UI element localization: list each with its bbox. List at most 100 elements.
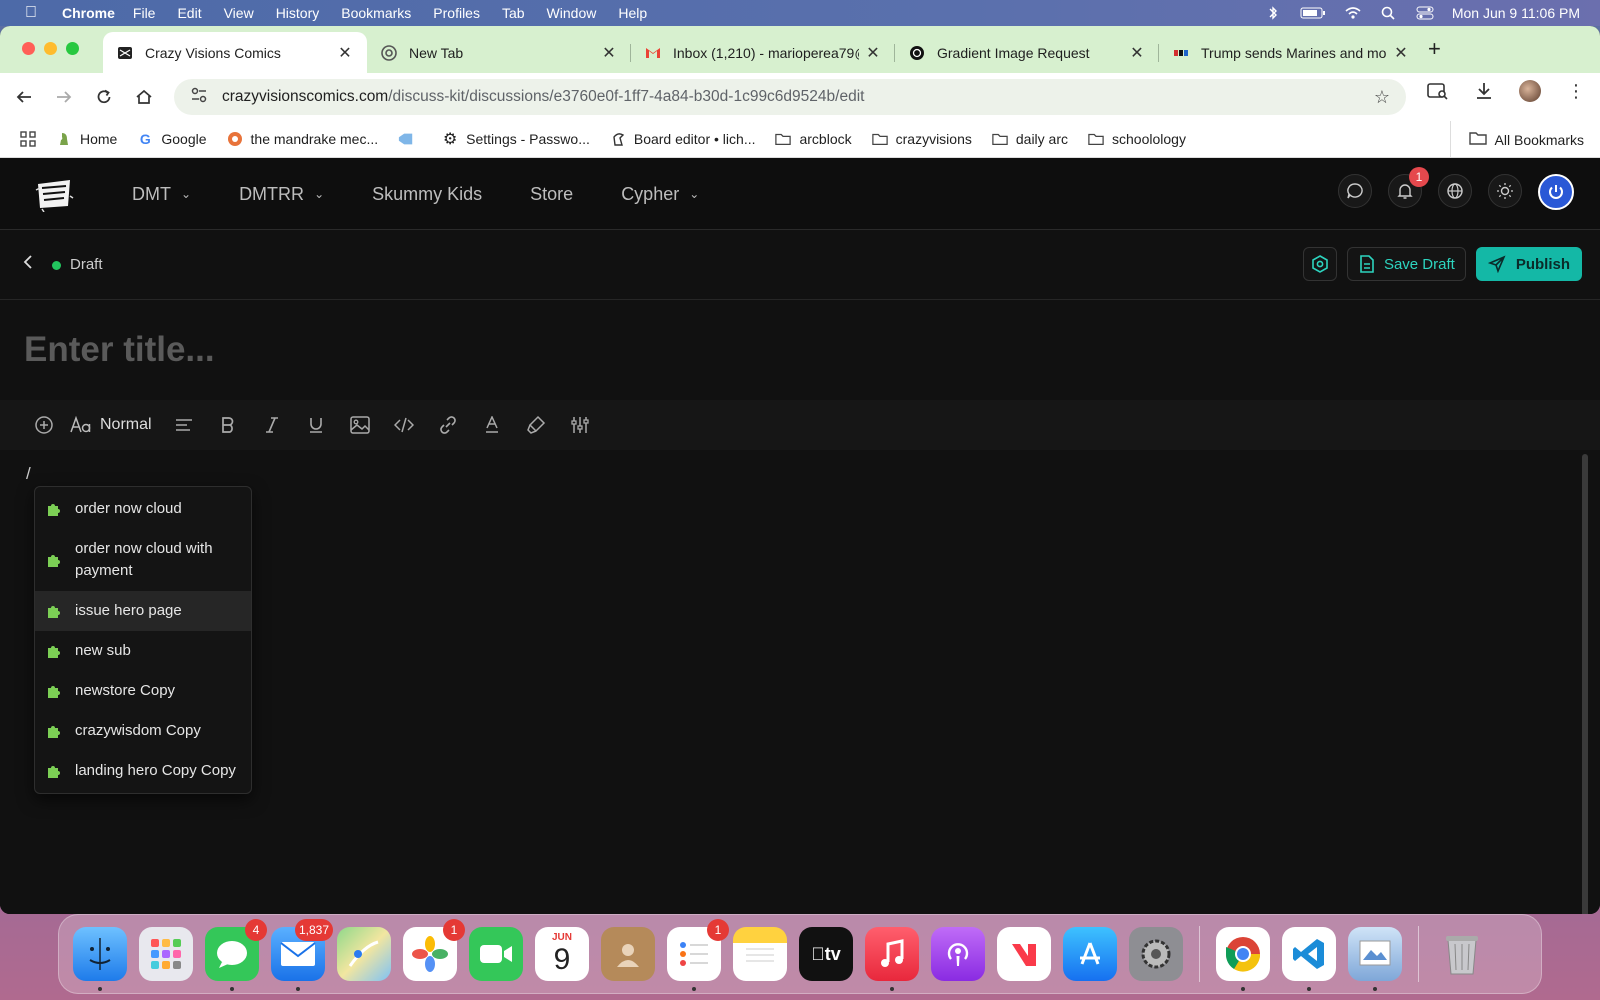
suggestion-item[interactable]: crazywisdom Copy <box>35 711 251 751</box>
highlight-icon[interactable] <box>518 407 554 443</box>
image-icon[interactable] <box>342 407 378 443</box>
close-window-button[interactable] <box>22 42 35 55</box>
site-settings-icon[interactable] <box>190 87 210 108</box>
menu-bookmarks[interactable]: Bookmarks <box>341 5 411 21</box>
system-settings-icon[interactable] <box>1129 927 1183 981</box>
apps-grid-icon[interactable] <box>0 131 56 147</box>
back-chevron-icon[interactable] <box>22 254 34 275</box>
reminders-icon[interactable]: 1 <box>667 919 729 991</box>
save-draft-button[interactable]: Save Draft <box>1346 247 1466 281</box>
notifications-bell-icon[interactable]: 1 <box>1388 167 1429 208</box>
chat-icon[interactable] <box>1338 174 1372 208</box>
suggestion-item[interactable]: landing hero Copy Copy <box>35 751 251 791</box>
bookmark-mandrake[interactable]: the mandrake mec... <box>227 131 378 147</box>
bookmark-settings-passwords[interactable]: ⚙ Settings - Passwo... <box>442 131 590 148</box>
bookmark-folder-arcblock[interactable]: arcblock <box>775 131 852 147</box>
menu-window[interactable]: Window <box>547 5 597 21</box>
theme-sun-icon[interactable] <box>1488 174 1522 208</box>
menu-edit[interactable]: Edit <box>177 5 201 21</box>
text-style-select[interactable]: Normal <box>70 416 152 434</box>
menu-history[interactable]: History <box>276 5 320 21</box>
adjustments-sliders-icon[interactable] <box>562 407 598 443</box>
site-logo[interactable] <box>34 176 74 212</box>
maximize-window-button[interactable] <box>66 42 79 55</box>
preview-icon[interactable] <box>1348 927 1402 991</box>
nav-dmt[interactable]: DMT ⌄ <box>132 184 191 205</box>
page-scrollbar[interactable] <box>1582 454 1588 914</box>
contacts-icon[interactable] <box>601 927 655 981</box>
text-color-icon[interactable] <box>474 407 510 443</box>
profile-avatar[interactable] <box>1518 79 1542 103</box>
bluetooth-icon[interactable] <box>1264 6 1282 20</box>
align-left-icon[interactable] <box>166 407 202 443</box>
music-icon[interactable] <box>865 927 919 991</box>
messages-icon[interactable]: 4 <box>205 919 267 991</box>
chrome-app-icon[interactable] <box>1216 927 1270 991</box>
mail-icon[interactable]: 1,837 <box>271 919 333 991</box>
menu-tab[interactable]: Tab <box>502 5 525 21</box>
address-bar[interactable]: crazyvisionscomics.com/discuss-kit/discu… <box>174 79 1406 115</box>
all-bookmarks[interactable]: All Bookmarks <box>1449 121 1584 158</box>
nav-cypher[interactable]: Cypher ⌄ <box>621 184 699 205</box>
minimize-window-button[interactable] <box>44 42 57 55</box>
menu-help[interactable]: Help <box>618 5 647 21</box>
apple-menu-icon[interactable]:  <box>14 4 48 22</box>
underline-icon[interactable] <box>298 407 334 443</box>
link-icon[interactable] <box>430 407 466 443</box>
editor-content-area[interactable]: / order now cloud order now cloud with p… <box>0 450 1590 914</box>
calendar-icon[interactable]: JUN 9 <box>535 927 589 981</box>
close-tab-icon[interactable]: ✕ <box>601 43 617 63</box>
suggestion-item[interactable]: order now cloud with payment <box>35 529 251 591</box>
menu-file[interactable]: File <box>133 5 156 21</box>
menubar-clock[interactable]: Mon Jun 9 11:06 PM <box>1452 5 1580 21</box>
apple-tv-icon[interactable]: tv <box>799 927 853 981</box>
home-icon[interactable] <box>124 79 164 115</box>
tab-gradient-image-request[interactable]: Gradient Image Request ✕ <box>895 32 1159 73</box>
close-tab-icon[interactable]: ✕ <box>865 43 881 63</box>
suggestion-item-highlighted[interactable]: issue hero page <box>35 591 251 631</box>
launchpad-icon[interactable] <box>139 927 193 981</box>
photos-icon[interactable]: 1 <box>403 919 465 981</box>
forward-arrow-icon[interactable] <box>44 79 84 115</box>
bookmark-board-editor[interactable]: Board editor • lich... <box>610 131 755 147</box>
close-tab-icon[interactable]: ✕ <box>337 43 353 63</box>
finder-icon[interactable] <box>73 927 127 991</box>
vscode-icon[interactable] <box>1282 927 1336 991</box>
notes-icon[interactable] <box>733 927 787 981</box>
title-input[interactable] <box>24 330 1424 370</box>
italic-icon[interactable] <box>254 407 290 443</box>
bookmark-star-icon[interactable]: ☆ <box>1374 87 1390 108</box>
wifi-icon[interactable] <box>1344 6 1362 20</box>
bookmark-folder-schoolology[interactable]: schoolology <box>1088 131 1186 147</box>
bold-icon[interactable] <box>210 407 246 443</box>
bookmark-folder-daily-arc[interactable]: daily arc <box>992 131 1068 147</box>
new-tab-button[interactable]: + <box>1428 36 1441 62</box>
insert-plus-icon[interactable] <box>26 407 62 443</box>
suggestion-item[interactable]: order now cloud <box>35 489 251 529</box>
news-icon[interactable] <box>997 927 1051 981</box>
podcasts-icon[interactable] <box>931 927 985 981</box>
tab-new-tab[interactable]: New Tab ✕ <box>367 32 631 73</box>
code-icon[interactable] <box>386 407 422 443</box>
user-account-power-icon[interactable] <box>1538 174 1574 210</box>
kebab-menu-icon[interactable]: ⋮ <box>1564 79 1588 103</box>
globe-language-icon[interactable] <box>1438 174 1472 208</box>
suggestion-item[interactable]: newstore Copy <box>35 671 251 711</box>
maps-icon[interactable] <box>337 927 391 981</box>
close-tab-icon[interactable]: ✕ <box>1393 43 1409 63</box>
battery-icon[interactable] <box>1300 6 1326 20</box>
suggestion-item[interactable]: new sub <box>35 631 251 671</box>
tab-news-article[interactable]: Trump sends Marines and mo ✕ <box>1159 32 1423 73</box>
nav-store[interactable]: Store <box>530 184 573 205</box>
post-settings-button[interactable] <box>1302 247 1337 281</box>
publish-button[interactable]: Publish <box>1475 247 1582 281</box>
tab-crazy-visions-comics[interactable]: Crazy Visions Comics ✕ <box>103 32 367 73</box>
app-store-icon[interactable] <box>1063 927 1117 981</box>
close-tab-icon[interactable]: ✕ <box>1129 43 1145 63</box>
nav-skummy-kids[interactable]: Skummy Kids <box>372 184 482 205</box>
spotlight-search-icon[interactable] <box>1380 6 1398 20</box>
app-menu[interactable]: Chrome <box>62 5 115 21</box>
nav-dmtrr[interactable]: DMTRR ⌄ <box>239 184 324 205</box>
back-arrow-icon[interactable] <box>4 79 44 115</box>
trash-icon[interactable] <box>1435 927 1489 981</box>
